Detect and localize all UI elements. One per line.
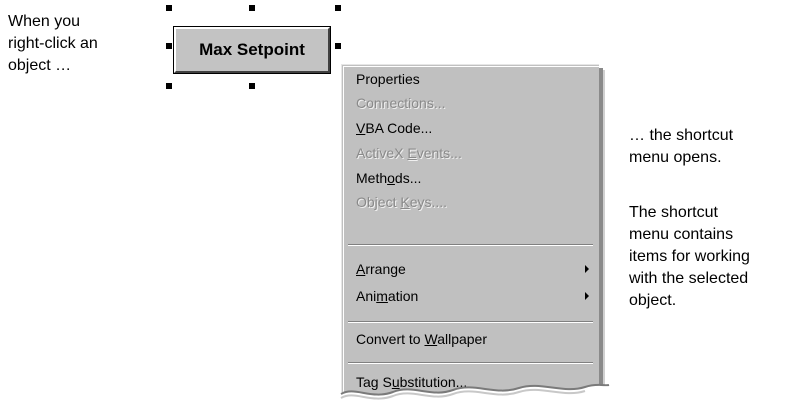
max-setpoint-object[interactable]: Max Setpoint <box>173 26 331 74</box>
menu-item-object-keys[interactable]: Object Keys.... <box>356 191 591 213</box>
callout-line: items for working <box>629 248 750 265</box>
callout-line: object. <box>629 292 677 309</box>
submenu-arrow-icon <box>585 265 589 273</box>
menu-separator <box>348 362 593 364</box>
menu-item-arrange[interactable]: Arrange <box>356 258 591 280</box>
selection-handle[interactable] <box>335 5 341 11</box>
menu-item-label: ActiveX Events... <box>356 145 462 161</box>
selection-handle[interactable] <box>249 83 255 89</box>
menu-item-label: Animation <box>356 288 419 304</box>
selection-handle[interactable] <box>335 43 341 49</box>
menu-item-label: Connections... <box>356 95 446 111</box>
menu-item-vba-code[interactable]: VBA Code... <box>356 117 591 139</box>
callout-line: right-click an <box>8 35 98 52</box>
callout-line: with the selected <box>629 270 749 287</box>
callout-line: menu opens. <box>629 149 722 166</box>
menu-separator <box>348 244 593 246</box>
selection-handle[interactable] <box>166 5 172 11</box>
menu-item-animation[interactable]: Animation <box>356 285 591 307</box>
menu-item-convert-to-wallpaper[interactable]: Convert to Wallpaper <box>356 328 591 350</box>
menu-item-label: Methods... <box>356 170 422 186</box>
callout-left-text: When you right-click an object … <box>8 11 153 77</box>
callout-line: … the shortcut <box>629 127 734 144</box>
torn-edge-graphic <box>335 383 615 408</box>
menu-item-label: VBA Code... <box>356 120 433 136</box>
selection-handle[interactable] <box>249 5 255 11</box>
shortcut-menu: Properties Connections... VBA Code... Ac… <box>341 64 599 408</box>
callout-right-bottom-text: The shortcut menu contains items for wor… <box>629 202 789 312</box>
callout-line: menu contains <box>629 226 734 243</box>
menu-item-label: Properties <box>356 71 420 87</box>
menu-item-methods[interactable]: Methods... <box>356 167 591 189</box>
menu-item-label: Object Keys.... <box>356 194 448 210</box>
menu-item-properties[interactable]: Properties <box>356 68 591 90</box>
callout-line: The shortcut <box>629 204 718 221</box>
callout-right-top-text: … the shortcut menu opens. <box>629 125 789 169</box>
menu-item-activex-events[interactable]: ActiveX Events... <box>356 142 591 164</box>
menu-separator <box>348 321 593 323</box>
selection-handle[interactable] <box>166 83 172 89</box>
menu-item-label: Arrange <box>356 261 406 277</box>
submenu-arrow-icon <box>585 292 589 300</box>
menu-item-label: Convert to Wallpaper <box>356 331 488 347</box>
menu-item-connections[interactable]: Connections... <box>356 92 591 114</box>
callout-line: object … <box>8 57 72 74</box>
selection-handle[interactable] <box>166 43 172 49</box>
callout-line: When you <box>8 13 81 30</box>
